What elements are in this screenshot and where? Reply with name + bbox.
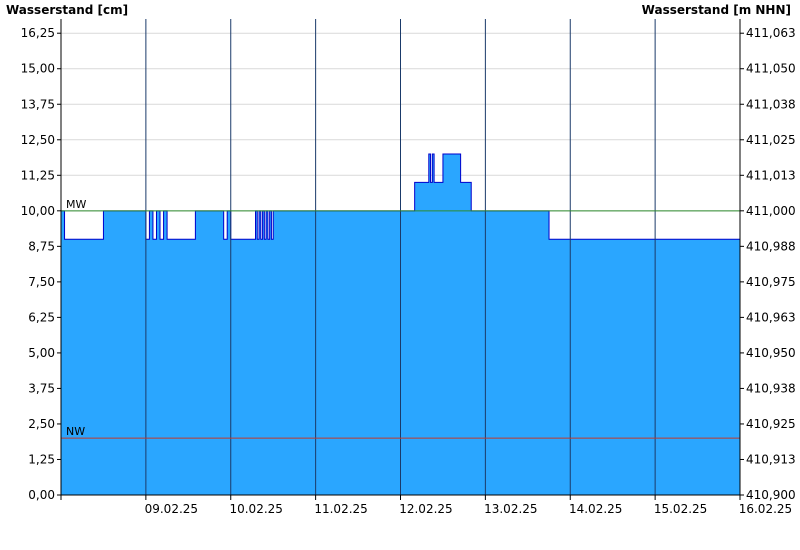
- x-tick-label-7: 16.02.25: [739, 502, 792, 516]
- left-tick-label-11: 13,75: [21, 97, 55, 111]
- right-tick-label-8: 411,000: [746, 204, 796, 218]
- x-tick-label-1: 10.02.25: [229, 502, 282, 516]
- left-tick-label-10: 12,50: [21, 133, 55, 147]
- left-tick-label-4: 5,00: [28, 346, 55, 360]
- left-tick-label-0: 0,00: [28, 488, 55, 502]
- left-y-ticks: 0,00 1,25 2,50 3,75 5,00 6,25 7,50 8,75 10,00 11,…: [21, 26, 61, 502]
- left-axis-title: Wasserstand [cm]: [6, 3, 128, 17]
- left-tick-label-2: 2,50: [28, 417, 55, 431]
- left-tick-label-8: 10,00: [21, 204, 55, 218]
- ref-label-mw: MW: [66, 198, 86, 211]
- left-tick-label-5: 6,25: [28, 310, 55, 324]
- left-tick-label-6: 7,50: [28, 275, 55, 289]
- right-tick-label-13: 411,063: [746, 26, 796, 40]
- x-tick-label-5: 14.02.25: [569, 502, 622, 516]
- right-tick-label-7: 410,988: [746, 239, 796, 253]
- right-tick-label-1: 410,913: [746, 452, 796, 466]
- left-tick-label-3: 3,75: [28, 381, 55, 395]
- x-axis-ticks: 09.02.25 10.02.25 11.02.25 12.02.25 13.02.25…: [60, 495, 792, 516]
- right-tick-label-11: 411,038: [746, 97, 796, 111]
- right-tick-label-0: 410,900: [746, 488, 796, 502]
- right-tick-label-4: 410,950: [746, 346, 796, 360]
- ref-label-nw: NW: [66, 425, 85, 438]
- x-tick-label-6: 15.02.25: [654, 502, 707, 516]
- right-y-ticks: 410,900 410,913 410,925 410,938 410,950 410,9…: [740, 26, 796, 502]
- left-tick-label-9: 11,25: [21, 168, 55, 182]
- right-tick-label-5: 410,963: [746, 310, 796, 324]
- right-tick-label-3: 410,938: [746, 381, 796, 395]
- x-tick-label-2: 11.02.25: [314, 502, 367, 516]
- water-level-chart: Wasserstand [cm] Wasserstand [m NHN] MW N…: [6, 3, 796, 516]
- x-tick-label-4: 13.02.25: [484, 502, 537, 516]
- right-tick-label-10: 411,025: [746, 133, 796, 147]
- x-tick-label-3: 12.02.25: [399, 502, 452, 516]
- left-tick-label-13: 16,25: [21, 26, 55, 40]
- x-tick-label-0: 09.02.25: [145, 502, 198, 516]
- right-tick-label-12: 411,050: [746, 62, 796, 76]
- right-tick-label-9: 411,013: [746, 168, 796, 182]
- right-tick-label-2: 410,925: [746, 417, 796, 431]
- right-tick-label-6: 410,975: [746, 275, 796, 289]
- right-axis-title: Wasserstand [m NHN]: [642, 3, 791, 17]
- left-tick-label-12: 15,00: [21, 62, 55, 76]
- left-tick-label-1: 1,25: [28, 452, 55, 466]
- left-tick-label-7: 8,75: [28, 239, 55, 253]
